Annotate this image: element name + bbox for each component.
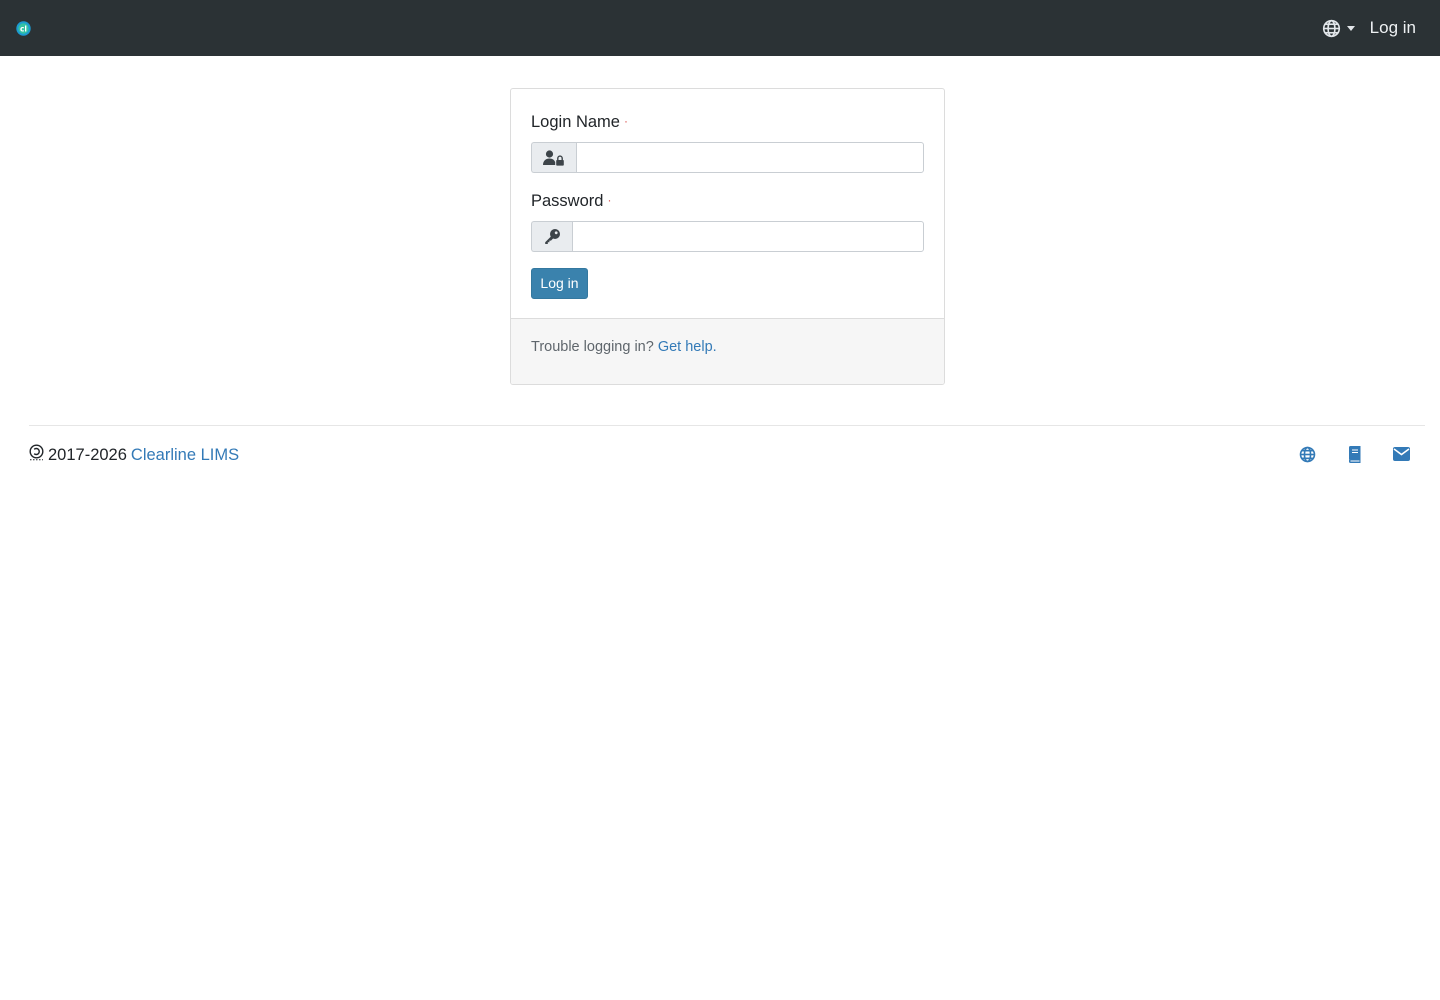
nav-login-link[interactable]: Log in	[1370, 17, 1416, 39]
globe-icon[interactable]	[1298, 445, 1316, 463]
login-card: Login Name · Password · Log in Trouble l…	[510, 88, 945, 385]
card-footer: Trouble logging in? Get help.	[511, 318, 944, 384]
clearline-lims-link[interactable]: Clearline LIMS	[131, 445, 239, 465]
language-dropdown[interactable]	[1322, 18, 1355, 38]
footer-divider	[29, 425, 1425, 426]
copyright: 2017-2026 Clearline LIMS	[29, 444, 239, 466]
login-name-label-text: Login Name	[531, 113, 620, 131]
copyleft-icon	[29, 444, 48, 466]
required-marker: ·	[623, 114, 628, 128]
top-navbar: cl Log in	[0, 0, 1440, 56]
login-name-label: Login Name ·	[531, 111, 628, 134]
envelope-icon[interactable]	[1392, 445, 1410, 463]
trouble-label: Trouble logging in?	[531, 339, 654, 355]
clearline-logo-icon[interactable]: cl	[16, 21, 31, 36]
globe-icon	[1322, 19, 1341, 38]
login-submit-button[interactable]: Log in	[531, 268, 588, 299]
copyright-years: 2017-2026	[48, 446, 127, 464]
user-lock-icon	[531, 142, 576, 173]
svg-text:cl: cl	[20, 24, 27, 33]
get-help-link[interactable]: Get help.	[658, 339, 717, 355]
password-label-text: Password	[531, 192, 604, 210]
password-label: Password ·	[531, 190, 611, 213]
login-name-input[interactable]	[576, 142, 924, 173]
key-icon	[531, 221, 572, 252]
login-name-group	[531, 142, 924, 173]
trouble-text: Trouble logging in? Get help.	[531, 337, 717, 357]
book-icon[interactable]	[1345, 445, 1363, 463]
chevron-down-icon	[1347, 26, 1355, 31]
password-group	[531, 221, 924, 252]
password-input[interactable]	[572, 221, 924, 252]
required-marker: ·	[607, 193, 612, 207]
